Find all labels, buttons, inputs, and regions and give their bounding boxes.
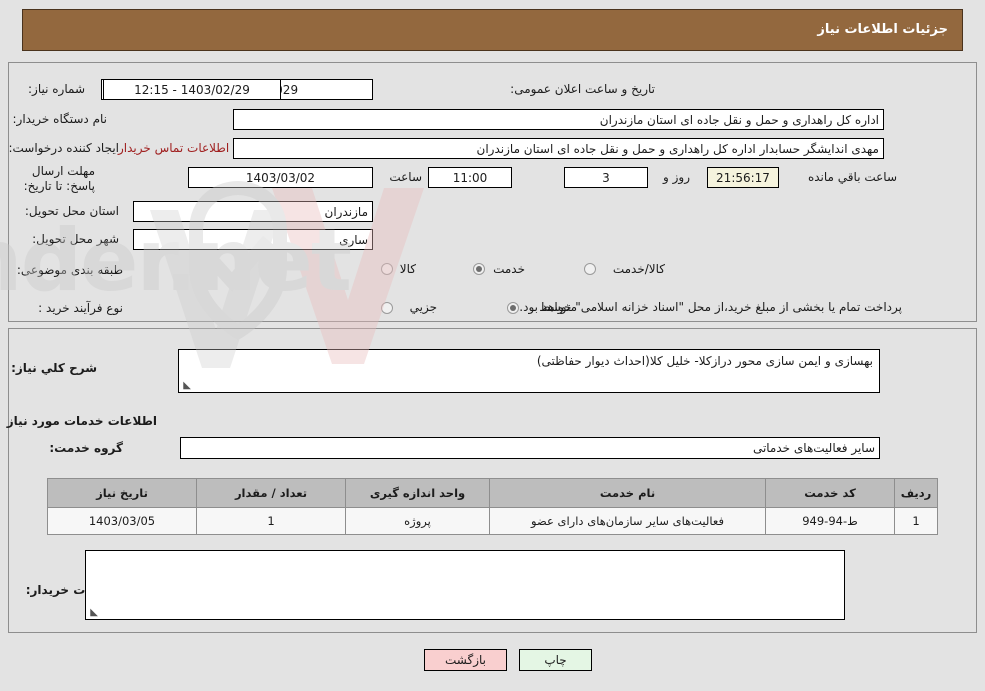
process-note: پرداخت تمام یا بخشی از مبلغ خرید،از محل … [519,300,902,314]
city-value: ساری [133,229,373,250]
service-group-label: گروه خدمت: [49,441,123,455]
radio-label-process-0: جزیي [409,300,437,314]
radio-category-khedmat[interactable] [473,263,485,275]
radio-process-jozee[interactable] [381,302,393,314]
th-radif: ردیف [894,478,938,508]
buyer-contact-link[interactable]: اطلاعات تماس خریدار [118,141,229,155]
remaining-time-suffix: ساعت باقي مانده [807,170,897,184]
table-header-row: ردیف کد خدمت نام خدمت واحد اندازه گیری ت… [47,478,938,508]
th-quantity: تعداد / مقدار [196,478,346,508]
page-title: جزئیات اطلاعات نیاز [817,22,948,37]
th-date: تاریخ نیاز [47,478,197,508]
remaining-days-value: 3 [564,167,648,188]
province-label: استان محل تحویل: [24,204,119,218]
remaining-time-value: 21:56:17 [707,167,779,188]
category-label: طبقه بندی موضوعی: [16,263,123,277]
requester-value: مهدی اندایشگر حسابدار اداره کل راهداری و… [233,138,884,159]
table-row: 1 ط-94-949 فعالیت‌های سایر سازمان‌های دا… [47,507,938,535]
need-number-label: شماره نیاز: [28,82,85,96]
buyer-org-label: نام دستگاه خریدار: [12,112,108,126]
back-button[interactable]: بازگشت [424,649,507,671]
deadline-hour-value: 11:00 [428,167,512,188]
th-unit: واحد اندازه گیری [345,478,490,508]
need-info-panel [8,62,977,322]
th-code: کد خدمت [765,478,895,508]
radio-process-motavaset[interactable] [507,302,519,314]
radio-label-category-0: کالا [399,262,416,276]
description-label: شرح كلي نياز: [11,361,97,375]
radio-category-kala[interactable] [381,263,393,275]
services-section-heading: اطلاعات خدمات مورد نیاز [6,414,157,428]
public-announce-label: تاریخ و ساعت اعلان عمومی: [510,82,655,96]
print-button[interactable]: چاپ [519,649,592,671]
buyer-notes-textarea[interactable]: ◣ [85,550,845,620]
deadline-date-value: 1403/03/02 [188,167,373,188]
buyer-org-value: اداره کل راهداری و حمل و نقل جاده ای است… [233,109,884,130]
deadline-label: مهلت ارسال پاسخ: تا تاریخ: [23,164,95,193]
description-value: بهسازی و ایمن سازی محور درازکلا- خلیل کل… [536,354,873,368]
radio-label-category-2: کالا/خدمت [612,262,665,276]
cell-unit: پروژه [345,507,490,535]
remaining-days-suffix: روز و [663,170,690,184]
services-table: ردیف کد خدمت نام خدمت واحد اندازه گیری ت… [47,478,938,535]
description-textarea[interactable]: بهسازی و ایمن سازی محور درازکلا- خلیل کل… [178,349,880,393]
page-banner: جزئیات اطلاعات نیاز [22,9,963,51]
process-label: نوع فرآیند خرید : [38,301,123,315]
service-group-value: سایر فعالیت‌های خدماتی [180,437,880,459]
city-label: شهر محل تحویل: [32,232,119,246]
province-value: مازندران [133,201,373,222]
radio-label-category-1: خدمت [493,262,525,276]
resize-grip-icon-notes[interactable]: ◣ [88,608,98,618]
cell-code: ط-94-949 [765,507,895,535]
deadline-hour-label: ساعت [389,170,422,184]
public-announce-value: 1403/02/29 - 12:15 [103,79,281,100]
cell-date: 1403/03/05 [47,507,197,535]
requester-label: ایجاد کننده درخواست: [8,141,119,155]
cell-radif: 1 [894,507,938,535]
resize-grip-icon[interactable]: ◣ [181,381,191,391]
cell-quantity: 1 [196,507,346,535]
cell-name: فعالیت‌های سایر سازمان‌های دارای عضو [489,507,766,535]
radio-category-kala-khedmat[interactable] [584,263,596,275]
th-name: نام خدمت [489,478,766,508]
